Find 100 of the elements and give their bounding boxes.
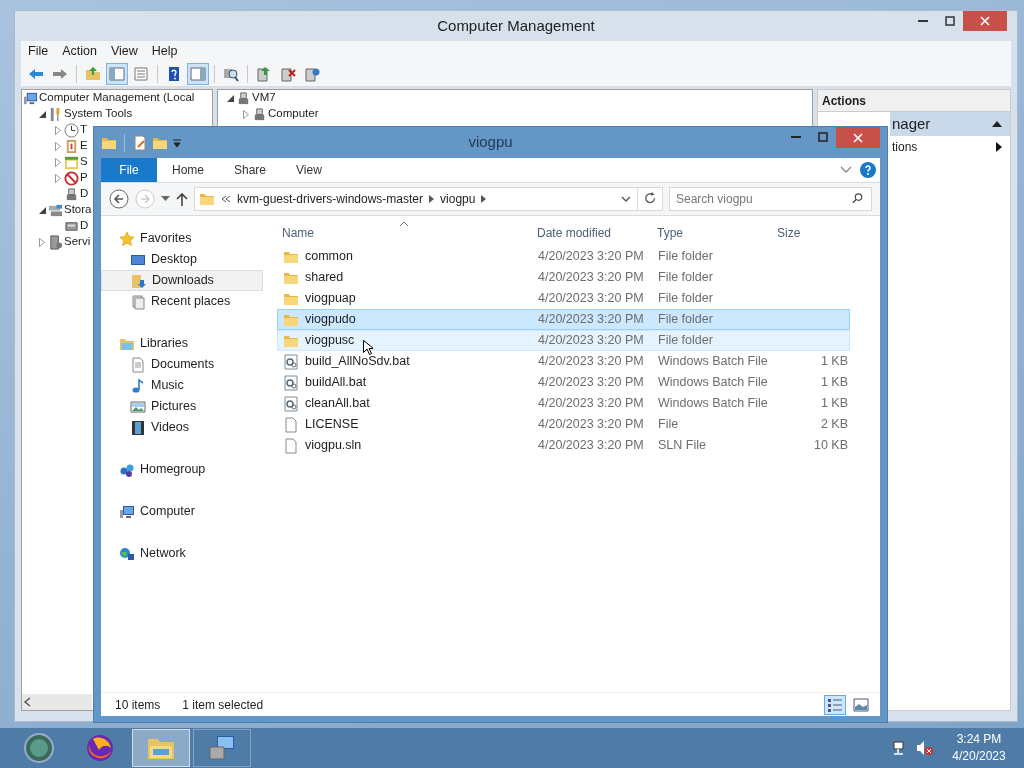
type-cell: File folder <box>658 249 713 264</box>
date-cell: 4/20/2023 3:20 PM <box>538 270 644 285</box>
menu-item[interactable]: File <box>21 41 56 61</box>
chevrons-icon <box>221 195 231 203</box>
tree-item[interactable]: D <box>80 217 89 235</box>
column-header[interactable]: Date modified <box>537 226 612 240</box>
nav-item[interactable]: Videos <box>151 418 189 437</box>
scrollbar[interactable] <box>22 694 92 710</box>
window-title: Computer Management <box>437 15 595 36</box>
details-view-icon <box>827 696 843 713</box>
tree-item[interactable]: VM7 <box>252 90 276 107</box>
device-icon <box>64 186 79 202</box>
export-icon <box>256 65 272 82</box>
storage-icon <box>48 202 63 218</box>
tree-item[interactable]: Computer Management (Local <box>39 90 195 107</box>
menu-item[interactable]: View <box>103 41 145 61</box>
close-button[interactable] <box>836 127 880 148</box>
clock-date[interactable]: 4/20/2023 <box>934 748 1024 765</box>
nav-item[interactable]: Recent places <box>151 292 231 311</box>
breadcrumb-arrow-icon <box>429 195 435 203</box>
size-cell: 10 KB <box>813 438 848 453</box>
tree-item[interactable]: Computer <box>268 105 319 123</box>
menu-item[interactable]: Action <box>55 41 104 61</box>
customize-icon <box>172 137 182 148</box>
tree-item[interactable]: System Tools <box>64 105 133 123</box>
device-icon <box>236 90 251 106</box>
tree-item[interactable]: D <box>80 185 89 203</box>
nav-item[interactable]: Music <box>151 376 184 395</box>
expand-ribbon-icon <box>840 166 852 174</box>
taskbar-button[interactable] <box>193 729 251 767</box>
document-icon <box>130 356 146 373</box>
address-bar[interactable]: kvm-guest-drivers-windows-master viogpu <box>194 187 663 211</box>
window-title: viogpu <box>468 132 513 153</box>
menu-item[interactable]: Help <box>144 41 185 61</box>
folder-arrow-icon <box>131 272 147 289</box>
file-menu-button[interactable]: File <box>101 158 157 182</box>
ribbon-tab[interactable]: Home <box>157 158 219 182</box>
file-icon <box>283 416 299 433</box>
date-cell: 4/20/2023 3:20 PM <box>538 291 644 306</box>
file-row[interactable]: shared 4/20/2023 3:20 PM File folder <box>277 267 850 288</box>
taskbar-button[interactable] <box>132 729 190 767</box>
nav-item[interactable]: Homegroup <box>140 460 206 479</box>
ribbon-tab[interactable]: View <box>281 158 337 182</box>
file-row[interactable]: viogpusc 4/20/2023 3:20 PM File folder <box>277 330 850 351</box>
prohibited-icon <box>64 170 79 186</box>
maximize-icon <box>944 16 955 26</box>
ribbon-tab[interactable]: Share <box>219 158 282 182</box>
tree-item[interactable]: S <box>80 153 88 171</box>
clock-time[interactable]: 3:24 PM <box>934 731 1024 748</box>
minimize-icon <box>790 136 801 138</box>
nav-item[interactable]: Desktop <box>151 250 197 269</box>
view-button[interactable] <box>824 694 846 715</box>
file-row[interactable]: cleanAll.bat 4/20/2023 3:20 PM Windows Batch File 1 KB <box>277 393 850 414</box>
network-icon <box>119 545 135 562</box>
submenu-label: tions <box>892 139 918 156</box>
nav-item[interactable]: Favorites <box>140 229 192 248</box>
tree-item[interactable]: Stora <box>64 201 92 219</box>
nav-item[interactable]: Pictures <box>151 397 197 416</box>
type-cell: File folder <box>658 270 713 285</box>
recent-locations-icon <box>161 196 170 202</box>
sort-up-icon <box>400 221 408 227</box>
column-header[interactable]: Type <box>657 226 683 240</box>
help-icon <box>860 162 876 178</box>
nav-item[interactable]: Computer <box>140 502 195 521</box>
column-header[interactable]: Name <box>282 226 314 240</box>
close-button[interactable] <box>963 11 1007 31</box>
file-row[interactable]: viogpuap 4/20/2023 3:20 PM File folder <box>277 288 850 309</box>
breadcrumb-item[interactable]: viogpu <box>440 190 476 208</box>
nav-item[interactable]: Libraries <box>140 334 188 353</box>
pane-header: Actions <box>818 90 1010 112</box>
breadcrumb-item[interactable]: kvm-guest-drivers-windows-master <box>237 190 424 208</box>
file-row[interactable]: viogpudo 4/20/2023 3:20 PM File folder <box>277 309 850 330</box>
tree-item[interactable]: E <box>80 137 88 155</box>
music-note-icon <box>130 377 146 394</box>
search-field[interactable]: Search viogpu <box>669 187 872 211</box>
date-cell: 4/20/2023 3:20 PM <box>538 333 644 348</box>
folder-icon <box>199 191 215 207</box>
forward-icon <box>135 189 155 209</box>
submenu-item[interactable]: tions <box>890 136 1010 158</box>
computer-icon <box>119 503 135 520</box>
file-row[interactable]: common 4/20/2023 3:20 PM File folder <box>277 246 850 267</box>
selection-count: 1 item selected <box>182 696 264 714</box>
file-row[interactable]: build_AllNoSdv.bat 4/20/2023 3:20 PM Windows Batch File 1 KB <box>277 351 850 372</box>
gear-file-icon <box>283 353 299 370</box>
log-book-icon <box>64 138 79 154</box>
tree-item[interactable]: P <box>80 169 88 187</box>
action-section[interactable]: nager <box>890 112 1010 136</box>
file-row[interactable]: LICENSE 4/20/2023 3:20 PM File 2 KB <box>277 414 850 435</box>
type-cell: Windows Batch File <box>658 396 768 411</box>
file-row[interactable]: viogpu.sln 4/20/2023 3:20 PM SLN File 10 KB <box>277 435 850 456</box>
file-row[interactable]: buildAll.bat 4/20/2023 3:20 PM Windows Batch File 1 KB <box>277 372 850 393</box>
nav-item[interactable]: Network <box>140 544 186 563</box>
date-cell: 4/20/2023 3:20 PM <box>538 354 644 369</box>
tree-item[interactable]: T <box>80 121 88 139</box>
size-cell: 1 KB <box>820 396 848 411</box>
column-header[interactable]: Size <box>777 226 851 240</box>
device-icon <box>252 106 267 122</box>
tree-item[interactable]: Servi <box>64 233 91 251</box>
update-icon <box>304 65 320 82</box>
nav-item[interactable]: Documents <box>151 355 215 374</box>
